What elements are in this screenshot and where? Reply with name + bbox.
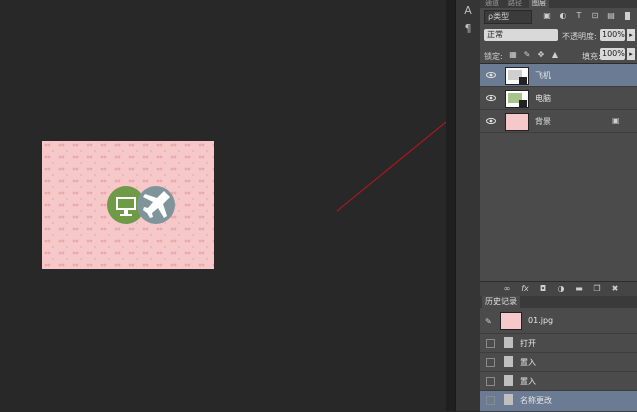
layer-filter-label: ρ类型 [488, 12, 510, 21]
document-icon [504, 394, 513, 405]
document-icon [504, 375, 513, 386]
history-panel-header: 历史记录 [480, 296, 637, 308]
adjustment-layer-icon[interactable]: ◑ [556, 284, 566, 294]
visibility-eye-icon[interactable] [486, 93, 496, 103]
filter-adjustment-icon[interactable]: ◐ [558, 11, 568, 21]
layers-footer: ∞ fx ◘ ◑ ▬ ❐ ✖ [480, 281, 637, 296]
layer-row-airplane[interactable]: 飞机 [480, 64, 637, 87]
tab-channels[interactable]: 通道 [485, 0, 499, 8]
history-checkbox[interactable] [486, 377, 495, 386]
layers-panel: 通道 路径 图层 ρ类型 ▣ ◐ T ⊡ ▤ 正常 不透明度: 100% ▸ 锁… [480, 0, 637, 412]
fill-dropdown-arrow[interactable]: ▸ [627, 48, 635, 60]
opacity-input[interactable]: 100% [600, 29, 625, 41]
snapshot-thumbnail [500, 312, 522, 330]
history-checkbox[interactable] [486, 396, 495, 405]
fill-value: 100% [602, 49, 625, 58]
lock-all-icon[interactable]: ▲ [550, 50, 560, 60]
history-item[interactable]: 打开 [480, 334, 637, 353]
layer-name[interactable]: 电脑 [535, 93, 551, 104]
opacity-label: 不透明度: [562, 32, 597, 41]
lock-image-icon[interactable]: ✎ [522, 50, 532, 60]
history-brush-icon: ✎ [485, 317, 492, 326]
layer-thumbnail [505, 67, 529, 85]
delete-layer-icon[interactable]: ✖ [610, 284, 620, 294]
snapshot-name: 01.jpg [528, 316, 554, 325]
history-item-name: 名称更改 [520, 396, 552, 405]
tab-history[interactable]: 历史记录 [482, 296, 520, 308]
link-layers-icon[interactable]: ∞ [502, 284, 512, 294]
fill-input[interactable]: 100% [600, 48, 625, 60]
new-layer-icon[interactable]: ❐ [592, 284, 602, 294]
history-item[interactable]: 置入 [480, 353, 637, 372]
opacity-dropdown-arrow[interactable]: ▸ [627, 29, 635, 41]
fill-label: 填充: [582, 52, 601, 61]
history-item-name: 置入 [520, 358, 536, 367]
layer-style-fx-button[interactable]: fx [520, 284, 530, 294]
visibility-eye-icon[interactable] [486, 116, 496, 126]
lock-icon: ▣ [612, 116, 620, 125]
history-item[interactable]: 置入 [480, 372, 637, 391]
tab-paths[interactable]: 路径 [508, 0, 522, 8]
history-snapshot-row[interactable]: ✎ 01.jpg [480, 309, 637, 334]
panel-tabs: 通道 路径 图层 [480, 0, 637, 8]
lock-transparent-icon[interactable]: ▦ [508, 50, 518, 60]
panel-divider [446, 0, 455, 411]
filter-shape-icon[interactable]: ⊡ [590, 11, 600, 21]
panel-icon-strip: A ¶ [455, 0, 481, 411]
blend-mode-value: 正常 [487, 30, 503, 39]
history-item-name: 置入 [520, 377, 536, 386]
layer-row-computer[interactable]: 电脑 [480, 87, 637, 110]
history-checkbox[interactable] [486, 339, 495, 348]
filter-type-icon[interactable]: T [574, 11, 584, 21]
lock-position-icon[interactable]: ✥ [536, 50, 546, 60]
opacity-value: 100% [602, 30, 625, 39]
visibility-eye-icon[interactable] [486, 70, 496, 80]
history-item-selected[interactable]: 名称更改 [480, 391, 637, 412]
filter-toggle-icon[interactable] [625, 12, 630, 20]
history-checkbox[interactable] [486, 358, 495, 367]
layer-thumbnail [505, 113, 529, 131]
lock-label: 锁定: [484, 52, 503, 61]
annotation-arrow [336, 121, 446, 212]
history-item-name: 打开 [520, 339, 536, 348]
tab-layers[interactable]: 图层 [529, 0, 549, 8]
document-icon [504, 337, 513, 348]
layer-row-background[interactable]: 背景 ▣ [480, 110, 637, 133]
new-group-icon[interactable]: ▬ [574, 284, 584, 294]
canvas-workspace[interactable] [0, 0, 446, 411]
layer-thumbnail [505, 90, 529, 108]
filter-pixel-icon[interactable]: ▣ [542, 11, 552, 21]
layer-filter-dropdown[interactable]: ρ类型 [484, 10, 532, 24]
character-panel-icon[interactable]: A [461, 4, 475, 17]
filter-smart-object-icon[interactable]: ▤ [606, 11, 616, 21]
document-icon [504, 356, 513, 367]
layer-name[interactable]: 飞机 [535, 70, 551, 81]
add-mask-icon[interactable]: ◘ [538, 284, 548, 294]
paragraph-panel-icon[interactable]: ¶ [461, 22, 475, 35]
blend-mode-dropdown[interactable]: 正常 [484, 29, 558, 41]
layer-name[interactable]: 背景 [535, 116, 551, 127]
